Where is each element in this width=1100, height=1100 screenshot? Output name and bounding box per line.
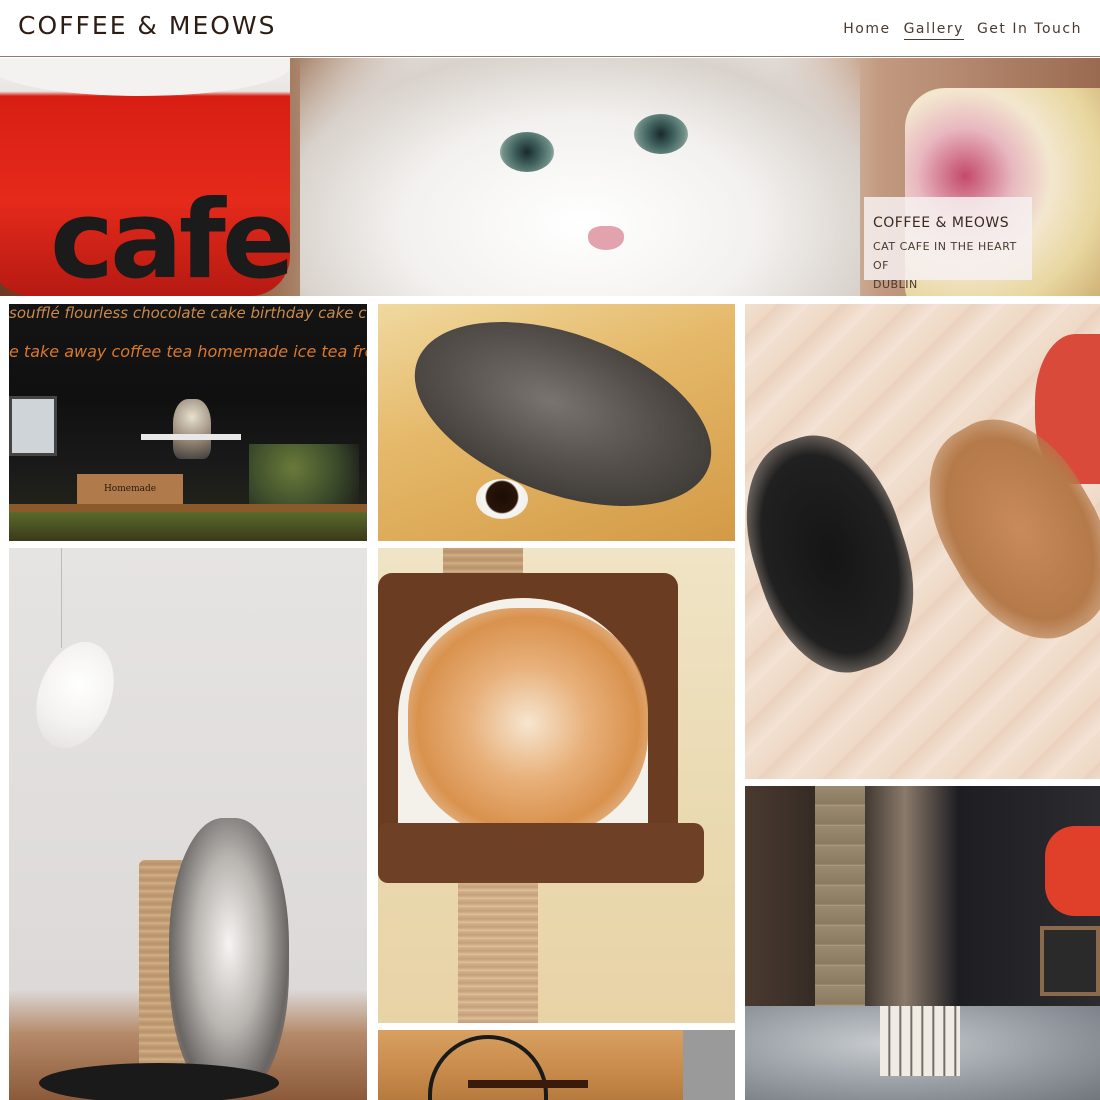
nav-gallery-link[interactable]: Gallery xyxy=(903,21,964,40)
plaid-cushion xyxy=(880,1006,960,1076)
hero-caption-subtitle: CAT CAFE IN THE HEART OF DUBLIN xyxy=(873,237,1024,294)
cat-left-eye xyxy=(500,132,554,172)
stone-pillar xyxy=(815,786,865,1006)
window-plants xyxy=(249,444,359,504)
table-top xyxy=(468,1080,588,1088)
site-logo[interactable]: COFFEE & MEOWS xyxy=(18,11,277,40)
window-sign-top: soufflé flourless chocolate cake birthda… xyxy=(9,304,367,322)
red-sign xyxy=(1045,826,1100,916)
hero-cup-text: cafe xyxy=(50,178,295,296)
window-hedge xyxy=(9,512,367,541)
main-nav: Home Gallery Get In Touch xyxy=(843,21,1082,40)
post-base xyxy=(39,1063,279,1100)
gallery-photo-shop-window[interactable]: soufflé flourless chocolate cake birthda… xyxy=(9,304,367,541)
toy-string xyxy=(61,548,62,648)
cat-nose xyxy=(588,226,624,250)
cat-tree-ledge xyxy=(378,823,704,883)
stone-wall xyxy=(683,1030,735,1100)
gallery-photo-cafe-entrance[interactable] xyxy=(745,786,1100,1100)
gallery-photo-cat-lying-with-coffee[interactable] xyxy=(378,304,735,541)
window-light-bar xyxy=(141,434,241,440)
gallery-photo-cafe-chairs[interactable] xyxy=(378,1030,735,1100)
window-monitor xyxy=(9,396,57,456)
hero-caption-title: COFFEE & MEOWS xyxy=(873,215,1010,231)
gallery-photo-kitten-scratching-post[interactable] xyxy=(9,548,367,1100)
hero-caption-subtitle-line2: DUBLIN xyxy=(873,278,918,291)
window-crate: Homemade xyxy=(77,474,183,506)
cat-tree-top-post xyxy=(443,548,523,576)
kitten xyxy=(169,818,289,1098)
chalkboard xyxy=(1040,926,1100,996)
cat-tree-post xyxy=(458,883,538,1023)
hero-caption-card: COFFEE & MEOWS CAT CAFE IN THE HEART OF … xyxy=(864,197,1032,291)
gallery-photo-ginger-cat-in-cat-tree[interactable] xyxy=(378,548,735,1023)
ginger-cat-face xyxy=(408,608,648,838)
hero-caption-subtitle-line1: CAT CAFE IN THE HEART OF xyxy=(873,240,1017,272)
site-header: COFFEE & MEOWS Home Gallery Get In Touch xyxy=(0,0,1100,57)
window-sign-bottom: e take away coffee tea homemade ice tea … xyxy=(9,342,367,361)
coffee-cup xyxy=(476,479,528,519)
nav-home-link[interactable]: Home xyxy=(843,21,890,40)
window-shelf xyxy=(9,504,367,512)
hero-white-cat xyxy=(300,58,860,296)
nav-get-in-touch-link[interactable]: Get In Touch xyxy=(977,21,1082,40)
window-cat xyxy=(173,399,211,459)
cat-right-eye xyxy=(634,114,688,154)
gallery-photo-two-cats-on-floor[interactable] xyxy=(745,304,1100,779)
